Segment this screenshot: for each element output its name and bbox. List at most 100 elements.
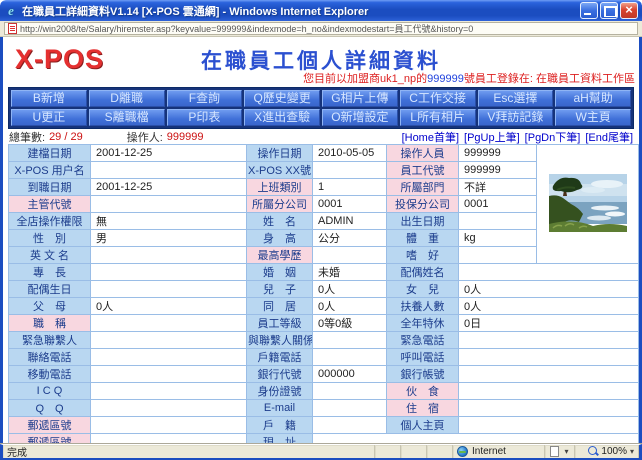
form-row: 建檔日期2001-12-25操作日期2010-05-05操作人員999999 — [9, 145, 639, 162]
field-label: 性 別 — [9, 230, 91, 247]
toolbar-button[interactable]: D離職 — [89, 90, 165, 107]
zoom-control[interactable]: 100% ▾ — [575, 445, 639, 458]
field-value — [91, 264, 247, 281]
field-value — [313, 247, 387, 264]
field-value — [459, 366, 639, 383]
caret-down-icon: ▾ — [630, 447, 634, 456]
toolbar-button[interactable]: C工作交接 — [400, 90, 476, 107]
field-label: 戶 籍 — [247, 417, 313, 434]
field-value — [91, 162, 247, 179]
field-label: Q Q — [9, 400, 91, 417]
toolbar-button[interactable]: Q歷史變更 — [244, 90, 320, 107]
toolbar-button[interactable]: L所有相片 — [400, 109, 476, 126]
field-label: 伙 食 — [387, 383, 459, 400]
toolbar-button[interactable]: Esc選擇 — [478, 90, 554, 107]
field-value: 1 — [313, 179, 387, 196]
field-value — [313, 434, 639, 445]
record-nav-link[interactable]: [PgUp上筆] — [464, 132, 520, 144]
field-label: 英 文 名 — [9, 247, 91, 264]
toolbar-button[interactable]: aH幫助 — [555, 90, 631, 107]
field-label: 主管代號 — [9, 196, 91, 213]
field-value: 0001 — [459, 196, 537, 213]
record-nav-link[interactable]: [PgDn下筆] — [525, 132, 581, 144]
field-value: 公分 — [313, 230, 387, 247]
field-label: 聯絡電話 — [9, 349, 91, 366]
field-label: 投保分公司 — [387, 196, 459, 213]
field-value — [91, 196, 247, 213]
field-value — [91, 315, 247, 332]
field-label: E-mail — [247, 400, 313, 417]
field-label: 職 稱 — [9, 315, 91, 332]
toolbar-button[interactable]: G相片上傳 — [322, 90, 398, 107]
status-panel — [401, 445, 427, 458]
toolbar-button[interactable]: U更正 — [11, 109, 87, 126]
protected-mode-button[interactable]: ▾ — [545, 445, 575, 458]
record-nav-link[interactable]: [Home首筆] — [402, 132, 459, 144]
field-value — [91, 417, 247, 434]
field-label: 全店操作權限 — [9, 213, 91, 230]
field-label: 所屬部門 — [387, 179, 459, 196]
field-value — [459, 349, 639, 366]
toolbar-button[interactable]: F查詢 — [167, 90, 243, 107]
operator-label: 操作人: — [127, 129, 163, 145]
login-info: 您目前以加盟商uk1_np的999999號員工登錄在: 在職員工資料工作區 — [303, 70, 635, 86]
toolbar-button[interactable]: X進出查驗 — [244, 109, 320, 126]
field-value: 0人 — [459, 281, 639, 298]
url-text: http://win2008/te/Salary/hiremster.asp?k… — [20, 22, 473, 35]
field-label: 嗜 好 — [387, 247, 459, 264]
field-value: 0人 — [313, 298, 387, 315]
field-label: 員工代號 — [387, 162, 459, 179]
magnifier-icon — [588, 446, 599, 457]
operator-value: 999999 — [167, 131, 204, 143]
field-label: 操作人員 — [387, 145, 459, 162]
field-label: 所屬分公司 — [247, 196, 313, 213]
minimize-button[interactable] — [580, 2, 598, 19]
field-value — [91, 434, 247, 445]
field-value: 男 — [91, 230, 247, 247]
field-value — [313, 400, 387, 417]
status-panel — [427, 445, 453, 458]
toolbar-button[interactable]: P印表 — [167, 109, 243, 126]
field-label: 到職日期 — [9, 179, 91, 196]
status-panel — [375, 445, 401, 458]
field-value — [313, 383, 387, 400]
form-row: 職 稱員工等級0等0級全年特休0日 — [9, 315, 639, 332]
form-row: 緊急聯繫人與聯繫人關係緊急電話 — [9, 332, 639, 349]
toolbar-button[interactable]: V拜訪記錄 — [478, 109, 554, 126]
maximize-button[interactable] — [600, 2, 618, 19]
field-label: 移動電話 — [9, 366, 91, 383]
field-label: 呼叫電話 — [387, 349, 459, 366]
field-label: I C Q — [9, 383, 91, 400]
url-field[interactable]: http://win2008/te/Salary/hiremster.asp?k… — [4, 22, 638, 35]
field-label: 身份證號 — [247, 383, 313, 400]
field-value: ADMIN — [313, 213, 387, 230]
field-value: 0人 — [91, 298, 247, 315]
field-value — [91, 366, 247, 383]
ie-logo-icon: e — [4, 4, 18, 18]
form-row: I C Q 身份證號 伙 食 — [9, 383, 639, 400]
field-value — [459, 264, 639, 281]
employee-photo — [549, 174, 627, 232]
field-label: 體 重 — [387, 230, 459, 247]
record-nav-link[interactable]: [End尾筆] — [585, 132, 633, 144]
xpos-logo: X-POS — [15, 44, 104, 75]
field-value — [91, 383, 247, 400]
employee-photo-cell — [537, 145, 639, 264]
field-label: X-POS XX號 — [247, 162, 313, 179]
toolbar-button[interactable]: W主頁 — [555, 109, 631, 126]
close-button[interactable] — [620, 2, 638, 19]
field-value — [459, 400, 639, 417]
form-row: 配偶生日兒 子0人女 兒0人 — [9, 281, 639, 298]
total-records-label: 總筆數: — [9, 129, 45, 145]
form-row: 父 母0人同 居0人扶養人數0人 — [9, 298, 639, 315]
field-value: 0人 — [313, 281, 387, 298]
field-label: 銀行代號 — [247, 366, 313, 383]
caret-down-icon: ▾ — [564, 447, 568, 456]
toolbar-button[interactable]: O新增設定 — [322, 109, 398, 126]
field-label: 專 長 — [9, 264, 91, 281]
field-value: 2010-05-05 — [313, 145, 387, 162]
internet-globe-icon — [457, 446, 468, 457]
field-value — [313, 349, 387, 366]
toolbar-button[interactable]: B新增 — [11, 90, 87, 107]
toolbar-button[interactable]: S離職檔 — [89, 109, 165, 126]
